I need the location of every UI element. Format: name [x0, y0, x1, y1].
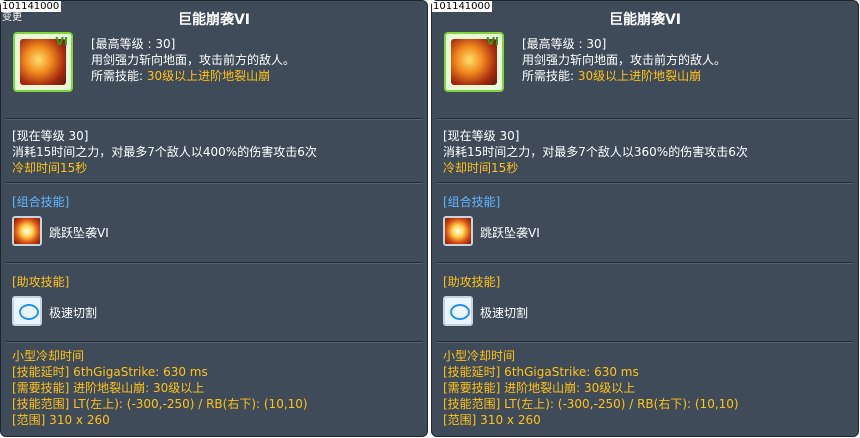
combo-skill-name: 跳跃坠袭VI [49, 226, 109, 240]
cooldown-text: 冷却时间15秒 [12, 161, 88, 175]
assist-skill-name: 极速切割 [480, 306, 529, 320]
required-skill-line: 所需技能: 30级以上进阶地裂山崩 [522, 68, 726, 84]
divider [6, 341, 422, 343]
swift-cut-skill-icon [443, 296, 473, 326]
combo-skill-header: [组合技能] [443, 195, 501, 209]
current-level-text: [现在等级 30] [12, 129, 89, 143]
skill-icon-corner-badge: VI [486, 35, 499, 48]
divider [6, 262, 422, 264]
divider [6, 118, 422, 120]
current-level-block: [现在等级 30] 消耗15时间之力，对最多7个敌人以400%的伤害攻击6次 冷… [12, 128, 317, 176]
assist-skill-header: [助攻技能] [443, 275, 501, 289]
description-text: 用剑强力斩向地面，攻击前方的敌人。 [522, 53, 727, 67]
current-level-text: [现在等级 30] [443, 129, 520, 143]
info-line: 小型冷却时间 [443, 349, 516, 363]
assist-skill-name: 极速切割 [49, 306, 98, 320]
skill-tooltip-before: 101141000 变更 巨能崩袭VI VI [最高等级 : 30] 用剑强力斩… [0, 0, 428, 437]
divider [437, 182, 853, 184]
extra-info-block: 小型冷却时间 [技能延时] 6thGigaStrike: 630 ms [需要技… [443, 348, 739, 428]
skill-description-block: [最高等级 : 30] 用剑强力斩向地面，攻击前方的敌人。 所需技能: 30级以… [91, 36, 295, 84]
max-level-text: [最高等级 : 30] [91, 37, 176, 51]
required-skill-line: 所需技能: 30级以上进阶地裂山崩 [91, 68, 295, 84]
combo-skill-header: [组合技能] [12, 195, 70, 209]
extra-info-block: 小型冷却时间 [技能延时] 6thGigaStrike: 630 ms [需要技… [12, 348, 308, 428]
swift-cut-skill-icon [12, 296, 42, 326]
divider [6, 182, 422, 184]
info-line: [范围] 310 x 260 [12, 413, 110, 427]
assist-skill-header: [助攻技能] [12, 275, 70, 289]
skill-title: 巨能崩袭VI [608, 12, 682, 28]
cooldown-text: 冷却时间15秒 [443, 161, 519, 175]
skill-description-block: [最高等级 : 30] 用剑强力斩向地面，攻击前方的敌人。 所需技能: 30级以… [522, 36, 726, 84]
info-line: 小型冷却时间 [12, 349, 85, 363]
required-skill-prefix: 所需技能: [91, 69, 144, 83]
effect-text: 消耗15时间之力，对最多7个敌人以400%的伤害攻击6次 [12, 145, 317, 159]
info-line: [技能延时] 6thGigaStrike: 630 ms [443, 365, 639, 379]
info-line: [技能范围] LT(左上): (-300,-250) / RB(右下): (10… [443, 397, 739, 411]
sword-fire-skill-icon: VI [444, 32, 504, 92]
info-line: [技能延时] 6thGigaStrike: 630 ms [12, 365, 208, 379]
swirl-icon [19, 304, 39, 320]
divider [437, 262, 853, 264]
combo-skill-name: 跳跃坠袭VI [480, 226, 540, 240]
info-line: [范围] 310 x 260 [443, 413, 541, 427]
jump-strike-skill-icon [443, 216, 473, 246]
description-text: 用剑强力斩向地面，攻击前方的敌人。 [91, 53, 296, 67]
skill-tooltip-after: 101141000 巨能崩袭VI VI [最高等级 : 30] 用剑强力斩向地面… [431, 0, 859, 437]
info-line: [需要技能] 进阶地裂山崩: 30级以上 [443, 381, 636, 395]
swirl-icon [450, 304, 470, 320]
max-level-text: [最高等级 : 30] [522, 37, 607, 51]
effect-text: 消耗15时间之力，对最多7个敌人以360%的伤害攻击6次 [443, 145, 748, 159]
required-skill-value: 30级以上进阶地裂山崩 [146, 69, 271, 83]
divider [437, 341, 853, 343]
divider [437, 118, 853, 120]
required-skill-prefix: 所需技能: [522, 69, 575, 83]
info-line: [技能范围] LT(左上): (-300,-250) / RB(右下): (10… [12, 397, 308, 411]
skill-title: 巨能崩袭VI [177, 12, 251, 28]
jump-strike-skill-icon [12, 216, 42, 246]
skill-icon-corner-badge: VI [55, 35, 68, 48]
required-skill-value: 30级以上进阶地裂山崩 [577, 69, 702, 83]
sword-fire-skill-icon: VI [13, 32, 73, 92]
info-line: [需要技能] 进阶地裂山崩: 30级以上 [12, 381, 205, 395]
current-level-block: [现在等级 30] 消耗15时间之力，对最多7个敌人以360%的伤害攻击6次 冷… [443, 128, 748, 176]
